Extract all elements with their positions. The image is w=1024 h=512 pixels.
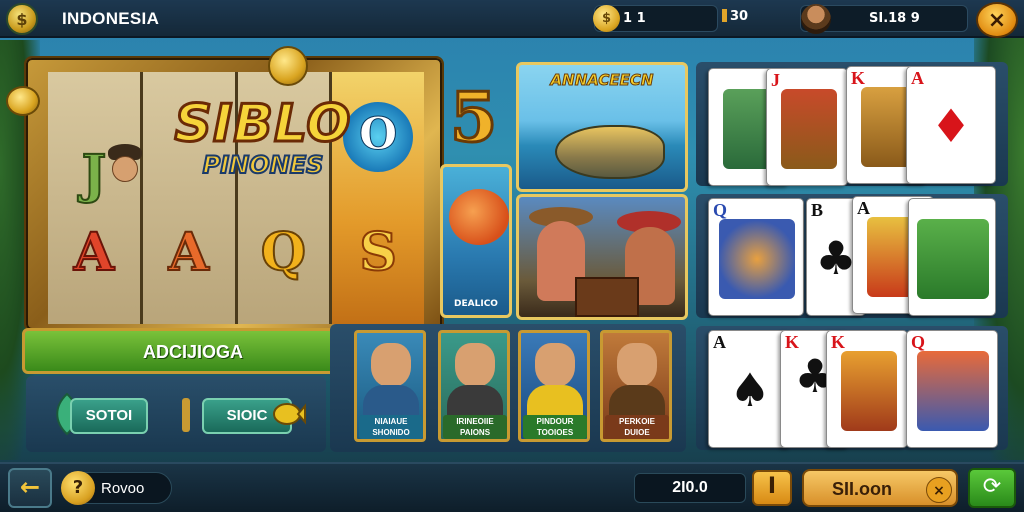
character-card[interactable]: PINDOUR TOOIOES bbox=[518, 330, 590, 442]
character-avatar bbox=[455, 343, 495, 387]
help-pill[interactable]: ? Rovoo bbox=[61, 471, 172, 505]
gold-coin-icon bbox=[6, 86, 40, 116]
sotoi-button[interactable]: SOTOI bbox=[70, 398, 148, 434]
card-face-illustration bbox=[781, 89, 837, 169]
treasure-chest-illustration bbox=[575, 277, 639, 317]
player-balance[interactable]: SI.18 9 bbox=[800, 4, 968, 34]
slot-action-label: ADCIJIOGA bbox=[143, 342, 244, 362]
spin-button-label: SII.oon bbox=[832, 479, 892, 499]
card-rank: A bbox=[713, 332, 726, 352]
reel-symbol-a: A bbox=[73, 221, 115, 284]
info-button[interactable]: I bbox=[752, 470, 792, 506]
spade-suit-icon: ♠ bbox=[729, 363, 771, 417]
top-bar: $ INDONESIA $ 1 1 30 SI.18 9 × bbox=[0, 0, 1024, 38]
game-tile-caption: DEALICO bbox=[454, 299, 498, 309]
card-rank: A bbox=[857, 198, 870, 218]
character-card[interactable]: PERKOIE DUIOE bbox=[600, 330, 672, 442]
game-tile-adventure[interactable] bbox=[516, 194, 688, 320]
slot-machine-frame[interactable]: J A A Q O S SIBLO PINONES bbox=[24, 56, 444, 332]
help-label: Rovoo bbox=[101, 480, 145, 497]
reel-symbol-s: S bbox=[358, 221, 398, 284]
card-face-illustration bbox=[917, 219, 989, 299]
card-rank: K bbox=[831, 332, 846, 352]
bottom-bar: ← ? Rovoo 2I0.0 I SII.oon × ⟳ bbox=[0, 462, 1024, 512]
card-rank: K bbox=[851, 68, 866, 88]
card-rank: Q bbox=[713, 200, 728, 220]
coin-balance-value: 1 1 bbox=[623, 11, 646, 26]
slot-game-logo: SIBLO PINONES bbox=[158, 94, 368, 206]
coin-icon: $ bbox=[593, 5, 620, 32]
character-name: PERKOIE DUIOE bbox=[605, 415, 669, 439]
gem-balance-value: 30 bbox=[730, 9, 749, 24]
character-name: IRINEOIIE PAIONS bbox=[443, 415, 507, 439]
character-name: PINDOUR TOOIOES bbox=[523, 415, 587, 439]
playing-card[interactable]: Q bbox=[906, 330, 998, 448]
player-balance-value: SI.18 9 bbox=[869, 11, 920, 26]
card-rank: B bbox=[811, 200, 824, 220]
fish-boat-illustration bbox=[555, 125, 665, 179]
pirate-character bbox=[102, 144, 148, 194]
character-avatar bbox=[371, 343, 411, 387]
playing-card[interactable]: K bbox=[826, 330, 908, 448]
card-face-illustration bbox=[841, 351, 897, 431]
playing-card[interactable] bbox=[908, 198, 996, 316]
multiplier-number: 5 bbox=[448, 77, 498, 160]
divider bbox=[182, 398, 190, 432]
playing-card[interactable]: J bbox=[766, 68, 848, 186]
spin-close-icon[interactable]: × bbox=[926, 477, 952, 503]
gem-icon bbox=[722, 9, 727, 22]
reel-symbol-q: Q bbox=[260, 221, 307, 284]
character-avatar bbox=[617, 343, 657, 387]
slot-logo-subtitle: PINONES bbox=[202, 151, 325, 179]
region-title: INDONESIA bbox=[62, 9, 160, 28]
diamond-suit-icon: ♦ bbox=[930, 99, 972, 153]
gem-balance: 30 bbox=[722, 9, 748, 24]
back-button[interactable]: ← bbox=[8, 468, 52, 508]
fish-illustration bbox=[449, 189, 509, 245]
playing-card[interactable]: Q bbox=[708, 198, 804, 316]
bet-amount-display[interactable]: 2I0.0 bbox=[634, 473, 746, 503]
gold-coin-icon bbox=[268, 46, 308, 86]
character-avatar bbox=[535, 343, 575, 387]
game-tile-fish[interactable]: DEALICO bbox=[440, 164, 512, 318]
close-button[interactable]: × bbox=[976, 2, 1018, 38]
slot-logo-title: SIBLO bbox=[173, 94, 352, 154]
character-card[interactable]: IRINEOIIE PAIONS bbox=[438, 330, 510, 442]
reel-symbol-a: A bbox=[167, 221, 209, 284]
card-rank: A bbox=[911, 68, 924, 88]
coin-balance[interactable]: $ 1 1 bbox=[593, 5, 718, 32]
game-logo-icon[interactable]: $ bbox=[6, 3, 38, 35]
character-name: NIAIAUE SHONIDO bbox=[359, 415, 423, 439]
help-icon: ? bbox=[61, 471, 95, 505]
playing-card[interactable]: A ♦ bbox=[906, 66, 996, 184]
card-rank: J bbox=[771, 70, 780, 90]
game-tile-title: ANNACEECN bbox=[550, 71, 654, 90]
player-avatar bbox=[801, 4, 831, 34]
card-rank: Q bbox=[911, 332, 926, 352]
refresh-button[interactable]: ⟳ bbox=[968, 468, 1016, 508]
character-card[interactable]: NIAIAUE SHONIDO bbox=[354, 330, 426, 442]
game-tile-annaceecn[interactable]: ANNACEECN bbox=[516, 62, 688, 192]
spin-button[interactable]: SII.oon × bbox=[802, 469, 958, 507]
card-face-illustration bbox=[719, 219, 795, 299]
reel-1: J A bbox=[48, 72, 140, 324]
goldfish-icon bbox=[273, 403, 306, 425]
card-face-illustration bbox=[917, 351, 989, 431]
